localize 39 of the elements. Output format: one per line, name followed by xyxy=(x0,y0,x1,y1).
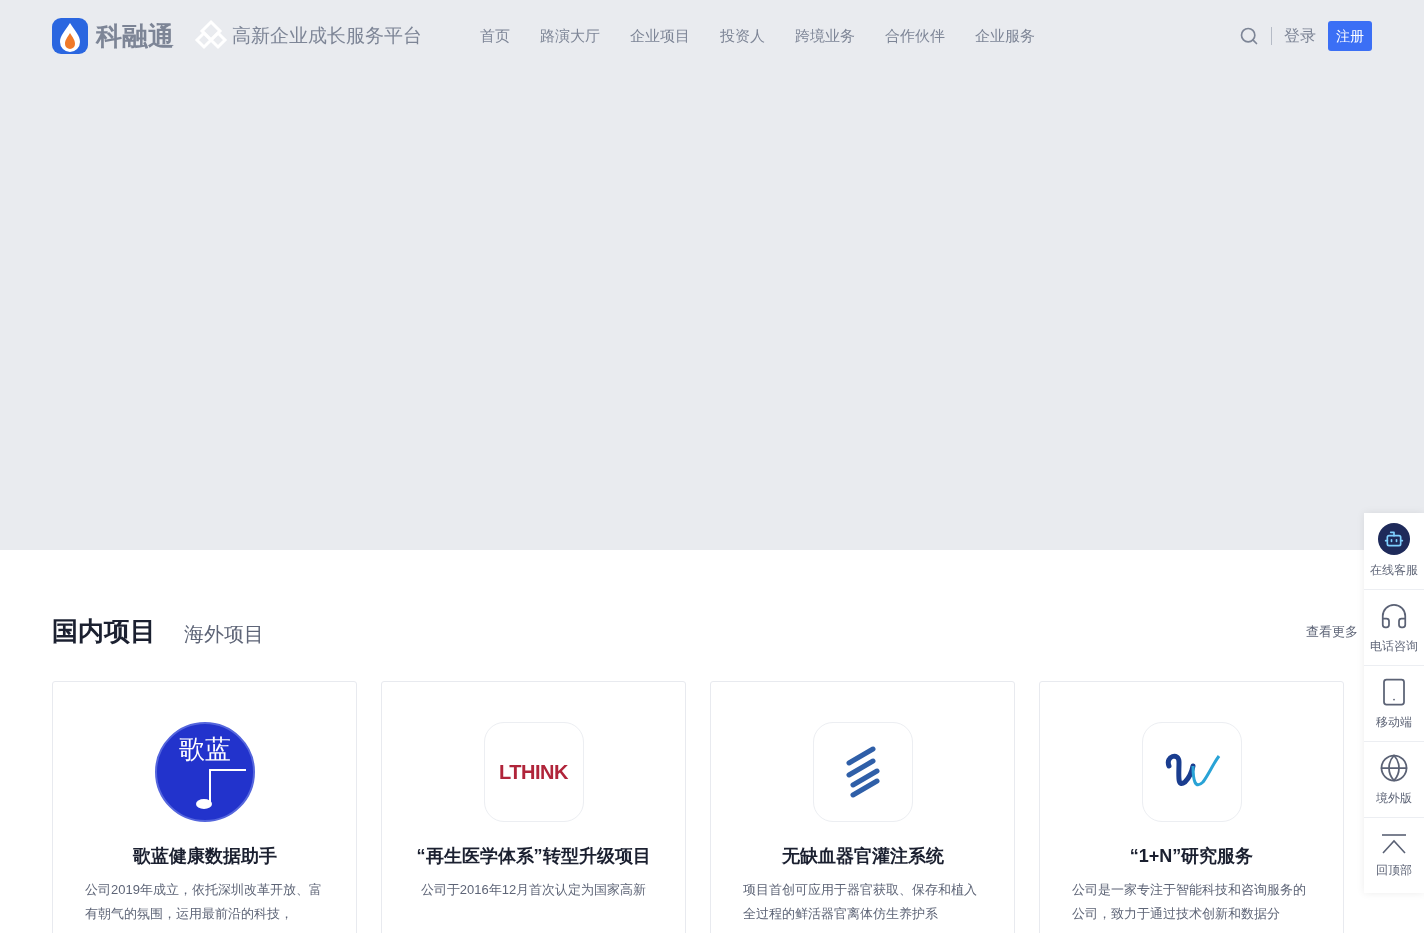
side-panel-item[interactable]: 回顶部 xyxy=(1364,817,1424,893)
side-panel-item[interactable]: 电话咨询 xyxy=(1364,589,1424,665)
nav-link[interactable]: 路演大厅 xyxy=(540,24,600,48)
project-description: 项目首创可应用于器官获取、保存和植入全过程的鲜活器官离体仿生养护系 xyxy=(743,881,978,923)
logo-text: LTHINK xyxy=(499,760,568,785)
register-button[interactable]: 注册 xyxy=(1328,21,1372,51)
stripes-logo-icon xyxy=(844,745,881,799)
music-note-icon xyxy=(195,766,246,810)
side-panel-item[interactable]: 在线客服 xyxy=(1364,513,1424,589)
section-tab[interactable]: 海外项目 xyxy=(184,619,264,651)
back-to-top-icon xyxy=(1380,832,1408,855)
project-title: “1+N”研究服务 xyxy=(1129,845,1254,868)
flame-logo-icon xyxy=(52,18,88,54)
project-title: “再生医学体系”转型升级项目 xyxy=(416,845,651,868)
project-description: 公司2019年成立，依托深圳改革开放、富有朝气的氛围，运用最前沿的科技， xyxy=(85,881,323,923)
globe-icon xyxy=(1379,752,1409,783)
project-description: 公司于2016年12月首次认定为国家高新 xyxy=(420,881,647,899)
logo-text: 歌蓝 xyxy=(178,736,231,762)
nav-link[interactable]: 企业项目 xyxy=(630,24,690,48)
robot-icon xyxy=(1378,523,1410,555)
project-card[interactable]: 歌蓝 歌蓝健康数据助手 公司2019年成立，依托深圳改革开放、富有朝气的氛围，运用最前沿的科技， xyxy=(52,681,357,933)
nav-link[interactable]: 跨境业务 xyxy=(795,24,855,48)
project-card[interactable]: “1+N”研究服务 公司是一家专注于智能科技和咨询服务的公司，致力于通过技术创新和数据分 xyxy=(1039,681,1344,933)
search-icon[interactable] xyxy=(1239,26,1259,46)
nav-link[interactable]: 首页 xyxy=(480,24,510,48)
side-panel-item[interactable]: 境外版 xyxy=(1364,741,1424,817)
nav-link[interactable]: 企业服务 xyxy=(975,24,1035,48)
side-panel-item[interactable]: 移动端 xyxy=(1364,665,1424,741)
project-card[interactable]: 无缺血器官灌注系统 项目首创可应用于器官获取、保存和植入全过程的鲜活器官离体仿生养护系 xyxy=(710,681,1015,933)
project-card[interactable]: LTHINK “再生医学体系”转型升级项目 公司于2016年12月首次认定为国家高新 xyxy=(381,681,686,933)
project-title: 歌蓝健康数据助手 xyxy=(132,845,277,868)
project-title: 无缺血器官灌注系统 xyxy=(781,845,944,868)
section-tab[interactable]: 国内项目 xyxy=(52,612,156,651)
nav-link[interactable]: 投资人 xyxy=(720,24,765,48)
platform-slogan: 高新企业成长服务平台 xyxy=(232,23,422,48)
login-link[interactable]: 登录 xyxy=(1284,24,1316,48)
brand-name: 科融通 xyxy=(96,19,174,53)
view-more-link[interactable]: 查看更多 xyxy=(1306,621,1358,642)
project-description: 公司是一家专注于智能科技和咨询服务的公司，致力于通过技术创新和数据分 xyxy=(1072,881,1307,923)
